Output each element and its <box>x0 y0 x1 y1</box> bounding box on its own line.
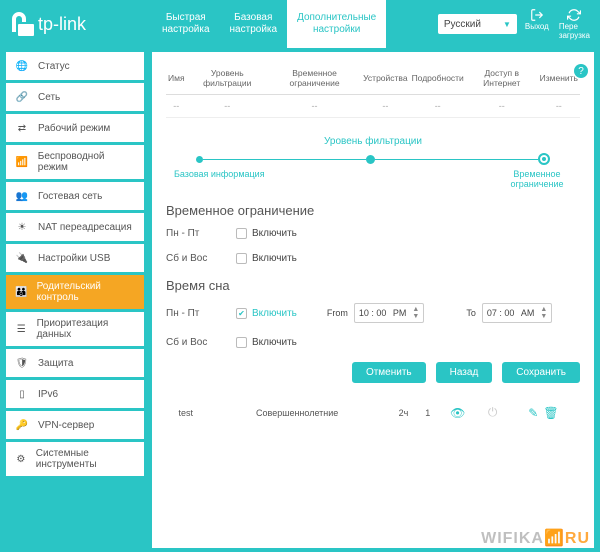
ipv6-icon: ▯ <box>14 389 30 400</box>
profiles-table: Имя Уровень фильтрации Временное огранич… <box>166 62 580 118</box>
main-tabs: Быстрая настройка Базовая настройка Допо… <box>152 0 438 48</box>
brand-logo: tp-link <box>12 12 152 36</box>
gear-icon: ⚙ <box>14 454 28 465</box>
section-time-restrict: Временное ограничение <box>166 203 580 218</box>
wizard-stepper: Уровень фильтрации Базовая информация Вр… <box>166 136 580 189</box>
reload-icon <box>567 8 581 22</box>
th-edit: Изменить <box>538 62 580 95</box>
sidebar-item-parental[interactable]: 👪Родительский контроль <box>6 275 144 309</box>
sidebar-item-vpn[interactable]: 🔑VPN-сервер <box>6 411 144 439</box>
label-mon-fri: Пн - Пт <box>166 228 236 239</box>
sidebar: 🌐Статус 🔗Сеть ⇄Рабочий режим 📶Беспроводн… <box>0 48 148 552</box>
nat-icon: ☀ <box>14 222 30 233</box>
network-icon: 🔗 <box>14 92 30 103</box>
label-sat-sun: Сб и Вос <box>166 253 236 264</box>
sidebar-item-usb[interactable]: 🔌Настройки USB <box>6 244 144 272</box>
sidebar-item-nat[interactable]: ☀NAT переадресация <box>6 213 144 241</box>
delete-icon[interactable]: 🗑 <box>543 406 558 420</box>
help-button[interactable]: ? <box>574 64 588 78</box>
label-sleep-mon-fri: Пн - Пт <box>166 308 236 319</box>
time-from-input[interactable]: 10 : 00 PM ▲▼ <box>354 303 424 323</box>
tab-basic[interactable]: Базовая настройка <box>220 0 288 48</box>
sidebar-item-network[interactable]: 🔗Сеть <box>6 83 144 111</box>
sidebar-item-security[interactable]: 🛡Защита <box>6 349 144 377</box>
shield-icon: 🛡 <box>14 358 30 369</box>
label-to: To <box>466 308 476 318</box>
step-dot-basic <box>196 156 203 163</box>
th-name: Имя <box>166 62 187 95</box>
tab-advanced[interactable]: Дополнительные настройки <box>287 0 386 48</box>
logout-button[interactable]: Выход <box>525 8 549 40</box>
stepper-icon: ▲▼ <box>540 306 547 320</box>
checkbox-restrict-weekday[interactable]: Включить <box>236 228 297 239</box>
edit-icon[interactable]: ✎ <box>528 406 538 420</box>
tab-quick-setup[interactable]: Быстрая настройка <box>152 0 220 48</box>
parental-icon: 👪 <box>14 287 29 298</box>
tplink-logo-icon <box>12 12 34 36</box>
table-header-row: Имя Уровень фильтрации Временное огранич… <box>166 62 580 95</box>
th-details: Подробности <box>410 62 466 95</box>
step-dot-filter <box>366 155 375 164</box>
cancel-button[interactable]: Отменить <box>352 362 426 383</box>
back-button[interactable]: Назад <box>436 362 493 383</box>
watermark: WIFIKA📶RU <box>481 528 590 548</box>
logout-icon <box>530 8 544 22</box>
step-label-time: Временное ограничение <box>502 169 572 189</box>
chevron-down-icon: ▼ <box>503 20 511 29</box>
sidebar-item-mode[interactable]: ⇄Рабочий режим <box>6 114 144 142</box>
th-time: Временное ограничение <box>268 62 361 95</box>
reboot-button[interactable]: Пере загрузка <box>559 8 590 40</box>
main-content: ? Имя Уровень фильтрации Временное огран… <box>152 52 594 548</box>
table-row: test Совершеннолетние 2ч 1 👁 ⏻ ✎ 🗑 <box>166 399 580 426</box>
sidebar-item-ipv6[interactable]: ▯IPv6 <box>6 380 144 408</box>
th-devices: Устройства <box>361 62 409 95</box>
mode-icon: ⇄ <box>14 123 30 134</box>
step-label-basic: Базовая информация <box>174 169 265 189</box>
brand-text: tp-link <box>38 14 86 35</box>
sidebar-item-status[interactable]: 🌐Статус <box>6 52 144 80</box>
cell-name: test <box>166 399 205 426</box>
checkbox-sleep-weekday[interactable]: Включить <box>236 308 297 319</box>
internet-toggle-icon[interactable]: ⏻ <box>488 405 498 419</box>
table-empty-row: -------------- <box>166 95 580 118</box>
th-internet: Доступ в Интернет <box>466 62 538 95</box>
th-level: Уровень фильтрации <box>187 62 268 95</box>
usb-icon: 🔌 <box>14 253 30 264</box>
language-select[interactable]: Русский▼ <box>438 14 517 34</box>
cell-devices: 1 <box>418 399 437 426</box>
sidebar-item-tools[interactable]: ⚙Системные инструменты <box>6 442 144 476</box>
wifi-icon: 📶 <box>14 157 30 168</box>
qos-icon: ☰ <box>14 324 29 335</box>
sidebar-item-qos[interactable]: ☰Приоритезация данных <box>6 312 144 346</box>
cell-level: Совершеннолетние <box>205 399 389 426</box>
sidebar-item-wireless[interactable]: 📶Беспроводной режим <box>6 145 144 179</box>
save-button[interactable]: Сохранить <box>502 362 580 383</box>
section-sleep: Время сна <box>166 278 580 293</box>
cell-time: 2ч <box>389 399 418 426</box>
view-icon[interactable]: 👁 <box>450 406 465 420</box>
vpn-icon: 🔑 <box>14 420 30 431</box>
guest-icon: 👥 <box>14 191 30 202</box>
label-from: From <box>327 308 348 318</box>
stepper-icon: ▲▼ <box>412 306 419 320</box>
checkbox-restrict-weekend[interactable]: Включить <box>236 253 297 264</box>
checkbox-sleep-weekend[interactable]: Включить <box>236 337 297 348</box>
profiles-table-bottom: test Совершеннолетние 2ч 1 👁 ⏻ ✎ 🗑 <box>166 399 580 426</box>
sidebar-item-guest[interactable]: 👥Гостевая сеть <box>6 182 144 210</box>
label-sleep-sat-sun: Сб и Вос <box>166 337 236 348</box>
stepper-title: Уровень фильтрации <box>166 136 580 147</box>
globe-icon: 🌐 <box>14 61 30 72</box>
time-to-input[interactable]: 07 : 00 AM ▲▼ <box>482 303 552 323</box>
step-dot-time <box>538 153 550 165</box>
